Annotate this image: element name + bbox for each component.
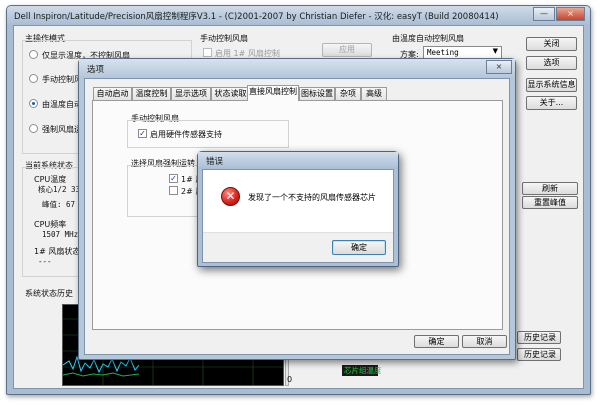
main-window-title: Dell Inspiron/Latitude/Precision风扇控制程序V3… bbox=[14, 12, 499, 22]
fan-status-label: 1# 风扇状态 bbox=[34, 247, 81, 256]
fan1-control-checkbox[interactable] bbox=[203, 48, 212, 57]
close-window-button[interactable]: × bbox=[556, 7, 585, 21]
minimize-button[interactable]: — bbox=[533, 7, 555, 21]
options-ok-button[interactable]: 确定 bbox=[414, 335, 459, 348]
scheme-select-value: Meeting bbox=[427, 48, 459, 57]
hw-sensor-label: 启用硬件传感器支持 bbox=[150, 130, 222, 139]
chipset-temp-legend: 芯片组温度 bbox=[342, 365, 382, 376]
cpu-freq-label: CPU频率 bbox=[34, 220, 67, 229]
options-dialog-title: 选项 bbox=[87, 65, 105, 75]
error-dialog-title: 错误 bbox=[206, 157, 224, 167]
auto-group-label: 由温度自动控制风扇 bbox=[392, 34, 464, 43]
error-ok-button[interactable]: 确定 bbox=[332, 240, 386, 255]
tab-autostart[interactable]: 自动启动 bbox=[93, 87, 132, 100]
hw-sensor-checkbox[interactable]: ✓ bbox=[138, 129, 147, 138]
mode-radio-auto[interactable] bbox=[29, 99, 38, 108]
options-button[interactable]: 选项 bbox=[526, 56, 577, 70]
options-titlebar[interactable]: 选项 × bbox=[79, 59, 515, 78]
force-fan2-checkbox[interactable] bbox=[169, 186, 178, 195]
options-cancel-button[interactable]: 取消 bbox=[462, 335, 507, 348]
history-axis-zero: 0 bbox=[287, 375, 293, 384]
tab-status-read[interactable]: 状态读取 bbox=[211, 87, 250, 100]
force-fan1-checkbox[interactable]: ✓ bbox=[169, 174, 178, 183]
main-titlebar[interactable]: Dell Inspiron/Latitude/Precision风扇控制程序V3… bbox=[7, 6, 590, 25]
refresh-button[interactable]: 刷新 bbox=[522, 182, 578, 195]
history-group-label: 系统状态历史 bbox=[25, 289, 73, 298]
fan-status-value: --- bbox=[38, 257, 52, 266]
options-close-button[interactable]: × bbox=[486, 60, 512, 74]
mode-radio-display-only[interactable] bbox=[29, 50, 38, 59]
tab-direct-fan-control[interactable]: 直接风扇控制 bbox=[247, 85, 299, 101]
tab-icon-settings[interactable]: 图标设置 bbox=[299, 87, 335, 100]
mode-radio-forced[interactable] bbox=[29, 124, 38, 133]
manual-group-label: 手动控制风扇 bbox=[200, 34, 248, 43]
tab-misc[interactable]: 杂项 bbox=[335, 87, 361, 100]
tab-advanced[interactable]: 高级 bbox=[361, 87, 387, 100]
apply-button[interactable]: 应用 bbox=[322, 43, 372, 57]
tab-temp-control[interactable]: 温度控制 bbox=[132, 87, 171, 100]
sysinfo-button[interactable]: 显示系统信息 bbox=[526, 78, 577, 92]
about-button[interactable]: 关于... bbox=[526, 96, 577, 110]
error-titlebar[interactable]: 错误 bbox=[198, 152, 398, 169]
history-button-2[interactable]: 历史记录 bbox=[517, 348, 561, 361]
error-footer: 确定 bbox=[203, 232, 393, 262]
error-client-area: ✕ 发现了一个不支持的风扇传感器芯片 确定 bbox=[202, 169, 394, 263]
mode-radio-manual[interactable] bbox=[29, 74, 38, 83]
close-button[interactable]: 关闭 bbox=[526, 37, 577, 51]
tab-display[interactable]: 显示选项 bbox=[171, 87, 211, 100]
reset-peak-button[interactable]: 重置峰值 bbox=[522, 196, 578, 209]
history-button-1[interactable]: 历史记录 bbox=[517, 331, 561, 344]
error-dialog: 错误 ✕ 发现了一个不支持的风扇传感器芯片 确定 bbox=[197, 151, 399, 267]
error-message: 发现了一个不支持的风扇传感器芯片 bbox=[248, 193, 376, 202]
error-icon: ✕ bbox=[221, 187, 240, 206]
chevron-down-icon: ▼ bbox=[492, 47, 498, 55]
cpu-freq-value: 1507 MHz bbox=[42, 230, 79, 239]
